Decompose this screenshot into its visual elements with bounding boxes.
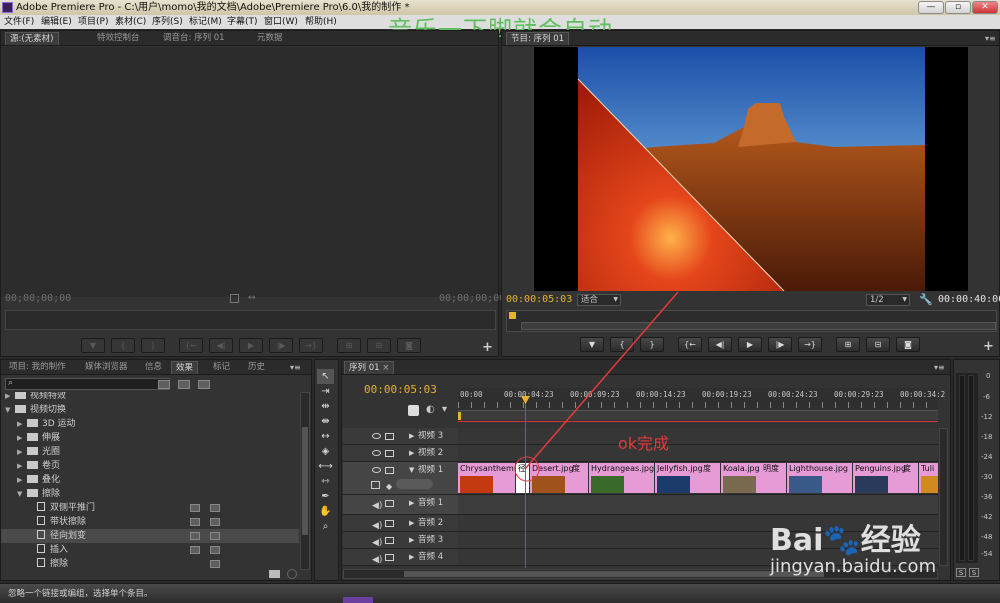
meter-label: -48 xyxy=(981,533,993,541)
meter-label: -30 xyxy=(981,473,993,481)
meter-left xyxy=(959,375,965,561)
meter-label: -6 xyxy=(983,393,990,401)
meter-label: -12 xyxy=(981,413,993,421)
baidu-watermark-logo: Bai🐾经验 xyxy=(770,523,921,558)
meter-label: -42 xyxy=(981,513,993,521)
baidu-watermark-url: jingyan.baidu.com xyxy=(770,556,937,577)
meter-label: -54 xyxy=(981,550,993,558)
annotation-overlay xyxy=(514,291,679,482)
meter-label: -24 xyxy=(981,453,993,461)
meter-label: 0 xyxy=(986,372,991,380)
status-text: 忽略一个链接或编组，选择单个条目。 xyxy=(8,589,153,599)
solo-left-button[interactable]: S xyxy=(956,568,966,577)
annotation-text: ok完成 xyxy=(618,434,670,453)
meter-bars xyxy=(956,373,978,563)
taskbar-item[interactable] xyxy=(343,597,373,603)
status-bar: 忽略一个链接或编组，选择单个条目。 xyxy=(0,583,1000,603)
meter-label: -36 xyxy=(981,493,993,501)
audio-meter-panel: 0 -6 -12 -18 -24 -30 -36 -42 -48 -54 S S xyxy=(953,359,1000,581)
meter-label: -18 xyxy=(981,433,993,441)
solo-right-button[interactable]: S xyxy=(969,568,979,577)
meter-right xyxy=(968,375,974,561)
